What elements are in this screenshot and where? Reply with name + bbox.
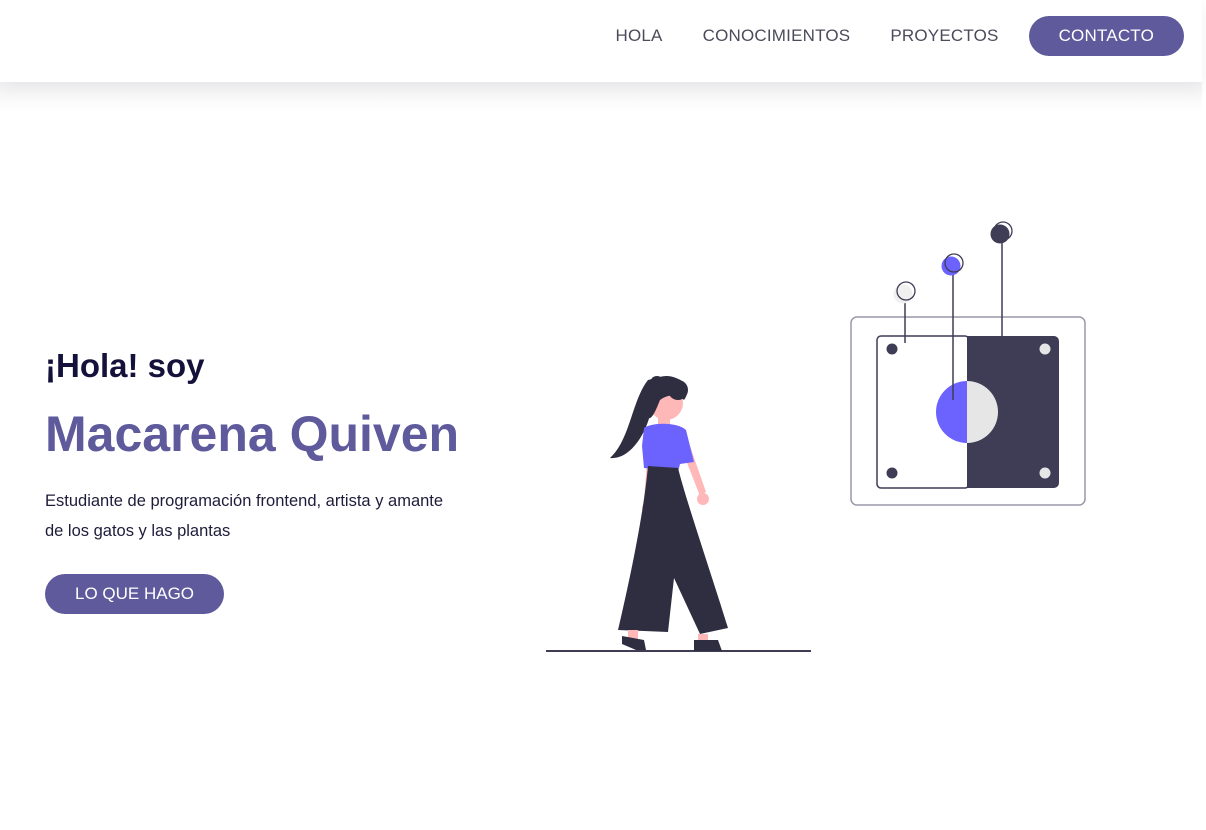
woman-looking-at-switch-board-illustration <box>546 221 1086 652</box>
pin-head-light <box>893 284 913 304</box>
screw <box>886 467 898 479</box>
screw <box>886 343 898 355</box>
screw <box>1039 467 1051 479</box>
contact-button[interactable]: CONTACTO <box>1028 16 1184 56</box>
screw <box>1039 343 1051 355</box>
nav-link-conocimientos[interactable]: CONOCIMIENTOS <box>703 26 851 46</box>
nav-link-proyectos[interactable]: PROYECTOS <box>890 26 998 46</box>
hero-description: Estudiante de programación frontend, art… <box>45 492 444 540</box>
woman-figure <box>610 376 728 651</box>
hero-section: ¡Hola! soy Macarena Quiven Estudiante de… <box>45 340 485 614</box>
what-i-do-button[interactable]: LO QUE HAGO <box>45 574 225 614</box>
top-navbar: HOLA CONOCIMIENTOS PROYECTOS CONTACTO <box>0 0 1202 82</box>
hero-greeting: ¡Hola! soy <box>45 347 205 384</box>
header-shadow <box>0 82 1202 112</box>
nav-menu: HOLA CONOCIMIENTOS PROYECTOS CONTACTO <box>576 0 1184 72</box>
pin-head-purple <box>941 256 961 276</box>
pin-head-dark <box>990 224 1010 244</box>
nav-link-hola[interactable]: HOLA <box>616 26 663 46</box>
hero-name: Macarena Quiven <box>45 406 460 462</box>
